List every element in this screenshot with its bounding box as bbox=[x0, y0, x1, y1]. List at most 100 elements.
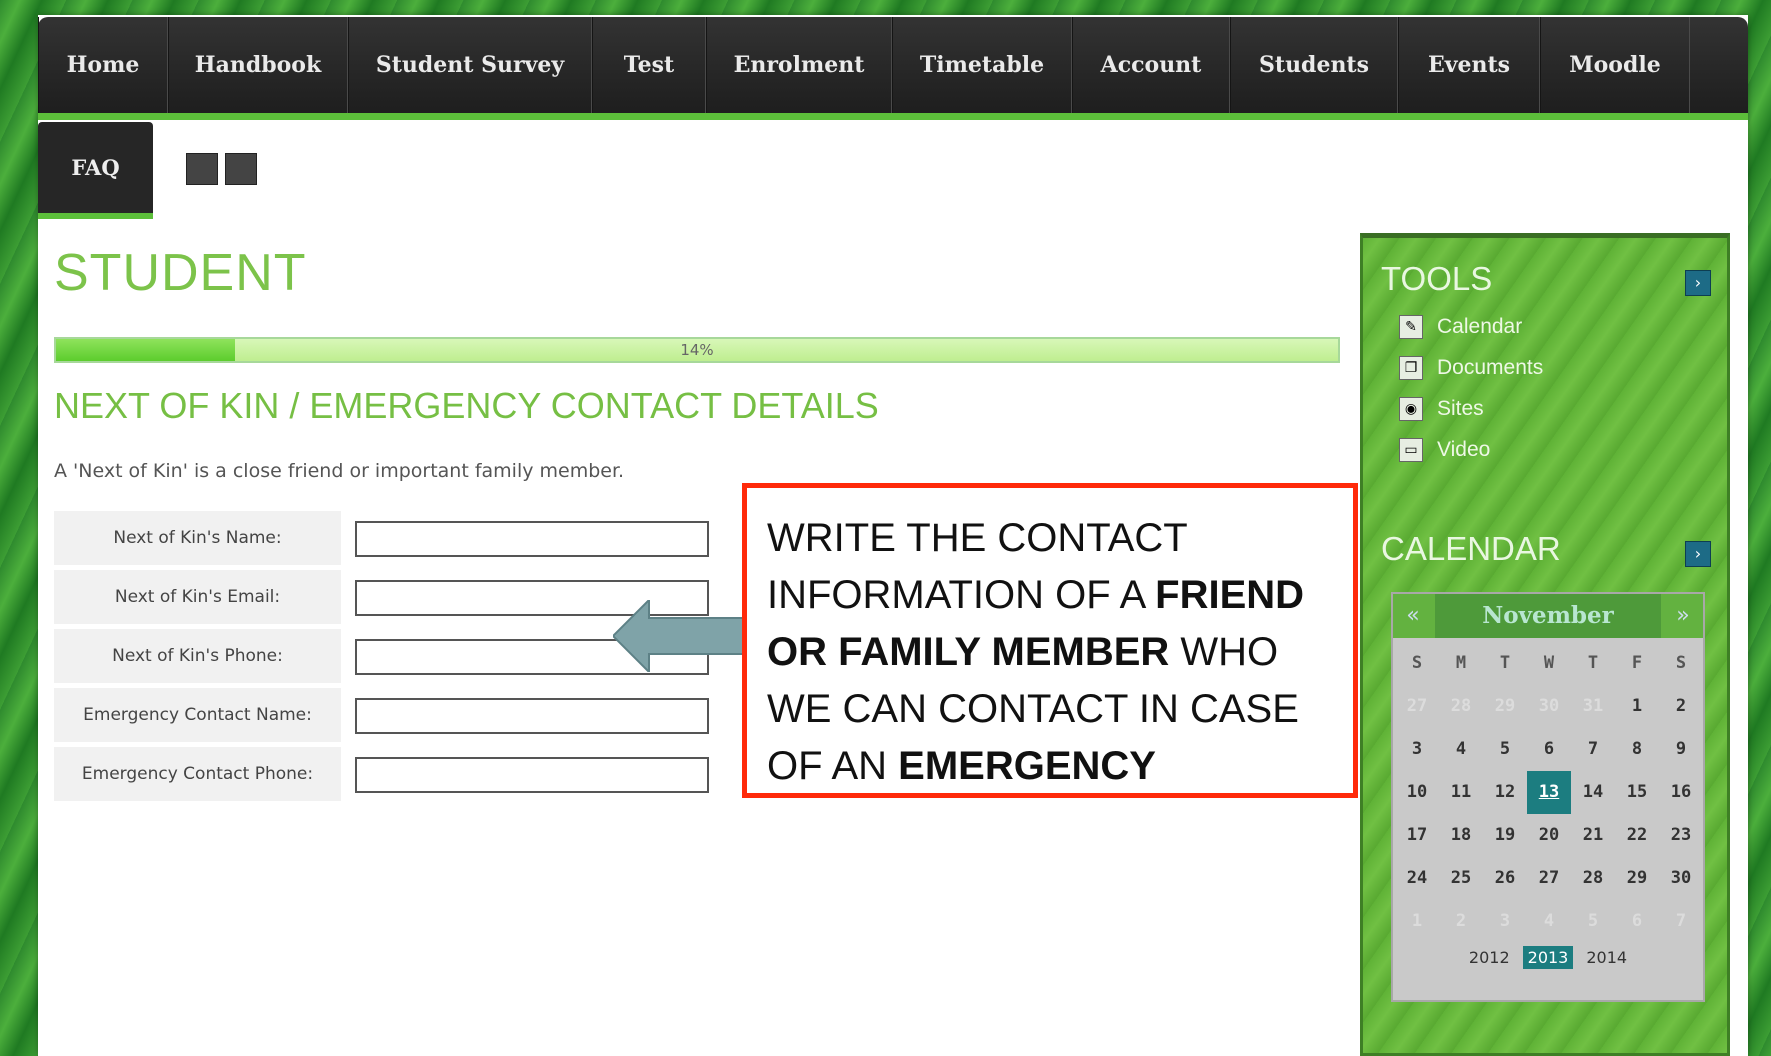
calendar-day[interactable]: 21 bbox=[1571, 814, 1615, 857]
tool-video-label: Video bbox=[1437, 438, 1491, 461]
nav-test[interactable]: Test bbox=[592, 17, 706, 113]
calendar-years: 2012 2013 2014 bbox=[1393, 946, 1703, 969]
tool-sites[interactable]: ◉ Sites bbox=[1399, 397, 1484, 421]
nav-events[interactable]: Events bbox=[1398, 17, 1540, 113]
calendar-day[interactable]: 23 bbox=[1659, 814, 1703, 857]
tools-expand-button[interactable]: › bbox=[1685, 270, 1711, 296]
calendar-expand-button[interactable]: › bbox=[1685, 541, 1711, 567]
tool-calendar-label: Calendar bbox=[1437, 315, 1523, 338]
callout-text-1: WRITE THE CONTACT INFORMATION OF A bbox=[767, 516, 1187, 617]
calendar-day[interactable]: 15 bbox=[1615, 771, 1659, 814]
calendar-day[interactable]: 7 bbox=[1571, 728, 1615, 771]
kin-name-input[interactable] bbox=[355, 521, 709, 557]
progress-bar: 14% bbox=[54, 337, 1340, 363]
tool-documents-label: Documents bbox=[1437, 356, 1544, 379]
calendar-day[interactable]: 6 bbox=[1527, 728, 1571, 771]
calendar-heading: CALENDAR bbox=[1381, 530, 1561, 567]
calendar-day[interactable]: 5 bbox=[1483, 728, 1527, 771]
calendar-weekday: T bbox=[1587, 653, 1599, 673]
calendar-day[interactable]: 29 bbox=[1615, 857, 1659, 900]
tool-calendar[interactable]: ✎ Calendar bbox=[1399, 315, 1522, 339]
calendar-icon: ✎ bbox=[1399, 315, 1423, 339]
tools-heading: TOOLS bbox=[1381, 260, 1493, 297]
form-row-kin-name: Next of Kin's Name: bbox=[54, 511, 714, 565]
calendar-day[interactable]: 4 bbox=[1439, 728, 1483, 771]
emergency-phone-label: Emergency Contact Phone: bbox=[54, 747, 341, 801]
emergency-phone-input[interactable] bbox=[355, 757, 709, 793]
calendar-day[interactable]: 29 bbox=[1483, 685, 1527, 728]
calendar-day[interactable]: 31 bbox=[1571, 685, 1615, 728]
nav-timetable[interactable]: Timetable bbox=[892, 17, 1072, 113]
calendar-widget: « November » S M T W T F S 27 28 29 30 31 1 2 3 4 5 6 7 8 9 1… bbox=[1391, 592, 1705, 1002]
sites-icon: ◉ bbox=[1399, 397, 1423, 421]
calendar-day[interactable]: 16 bbox=[1659, 771, 1703, 814]
nav-handbook[interactable]: Handbook bbox=[168, 17, 348, 113]
calendar-day[interactable]: 27 bbox=[1527, 857, 1571, 900]
calendar-day[interactable]: 28 bbox=[1439, 685, 1483, 728]
nav-home[interactable]: Home bbox=[38, 17, 168, 113]
nav-student-survey[interactable]: Student Survey bbox=[348, 17, 592, 113]
calendar-prev-button[interactable]: « bbox=[1393, 594, 1433, 638]
calendar-day[interactable]: 13 bbox=[1527, 771, 1571, 814]
form-row-emergency-phone: Emergency Contact Phone: bbox=[54, 747, 714, 801]
nav-enrolment[interactable]: Enrolment bbox=[706, 17, 892, 113]
calendar-weekday: S bbox=[1411, 653, 1423, 673]
calendar-day[interactable]: 12 bbox=[1483, 771, 1527, 814]
tool-sites-label: Sites bbox=[1437, 397, 1484, 420]
calendar-day[interactable]: 6 bbox=[1615, 900, 1659, 943]
calendar-day[interactable]: 30 bbox=[1659, 857, 1703, 900]
calendar-year[interactable]: 2014 bbox=[1581, 946, 1632, 969]
calendar-day[interactable]: 19 bbox=[1483, 814, 1527, 857]
instruction-callout: WRITE THE CONTACT INFORMATION OF A FRIEN… bbox=[742, 483, 1358, 798]
calendar-day[interactable]: 24 bbox=[1395, 857, 1439, 900]
calendar-weekday: S bbox=[1675, 653, 1687, 673]
calendar-day[interactable]: 1 bbox=[1615, 685, 1659, 728]
calendar-weekday: W bbox=[1543, 653, 1555, 673]
calendar-day[interactable]: 17 bbox=[1395, 814, 1439, 857]
home-icon[interactable] bbox=[225, 153, 257, 185]
calendar-day[interactable]: 8 bbox=[1615, 728, 1659, 771]
progress-label: 14% bbox=[680, 341, 714, 359]
tool-video[interactable]: ▭ Video bbox=[1399, 438, 1490, 462]
calendar-year[interactable]: 2013 bbox=[1522, 946, 1574, 969]
documents-icon: ❐ bbox=[1399, 356, 1423, 380]
calendar-weekday: F bbox=[1631, 653, 1643, 673]
nav-faq[interactable]: FAQ bbox=[38, 122, 153, 219]
calendar-day[interactable]: 4 bbox=[1527, 900, 1571, 943]
section-title: NEXT OF KIN / EMERGENCY CONTACT DETAILS bbox=[54, 385, 879, 426]
calendar-day[interactable]: 3 bbox=[1483, 900, 1527, 943]
calendar-day[interactable]: 3 bbox=[1395, 728, 1439, 771]
calendar-day[interactable]: 7 bbox=[1659, 900, 1703, 943]
calendar-next-button[interactable]: » bbox=[1663, 594, 1703, 638]
calendar-day[interactable]: 30 bbox=[1527, 685, 1571, 728]
emergency-name-input[interactable] bbox=[355, 698, 709, 734]
calendar-day[interactable]: 2 bbox=[1659, 685, 1703, 728]
video-icon: ▭ bbox=[1399, 438, 1423, 462]
callout-bold-2: EMERGENCY bbox=[898, 744, 1156, 788]
calendar-day[interactable]: 14 bbox=[1571, 771, 1615, 814]
nav-account[interactable]: Account bbox=[1072, 17, 1230, 113]
calendar-day[interactable]: 22 bbox=[1615, 814, 1659, 857]
calendar-day[interactable]: 11 bbox=[1439, 771, 1483, 814]
calendar-day[interactable]: 18 bbox=[1439, 814, 1483, 857]
calendar-day[interactable]: 26 bbox=[1483, 857, 1527, 900]
calendar-day[interactable]: 2 bbox=[1439, 900, 1483, 943]
kin-email-label: Next of Kin's Email: bbox=[54, 570, 341, 624]
nav-moodle[interactable]: Moodle bbox=[1540, 17, 1690, 113]
calendar-year[interactable]: 2012 bbox=[1464, 946, 1515, 969]
calendar-day[interactable]: 20 bbox=[1527, 814, 1571, 857]
calendar-day[interactable]: 25 bbox=[1439, 857, 1483, 900]
print-icon[interactable] bbox=[186, 153, 218, 185]
nav-students[interactable]: Students bbox=[1230, 17, 1398, 113]
main-nav: Home Handbook Student Survey Test Enrolm… bbox=[38, 17, 1748, 120]
calendar-day[interactable]: 27 bbox=[1395, 685, 1439, 728]
calendar-day[interactable]: 28 bbox=[1571, 857, 1615, 900]
calendar-day[interactable]: 5 bbox=[1571, 900, 1615, 943]
calendar-day[interactable]: 10 bbox=[1395, 771, 1439, 814]
calendar-day[interactable]: 9 bbox=[1659, 728, 1703, 771]
kin-name-label: Next of Kin's Name: bbox=[54, 511, 341, 565]
intro-text: A 'Next of Kin' is a close friend or imp… bbox=[54, 460, 625, 482]
calendar-day[interactable]: 1 bbox=[1395, 900, 1439, 943]
tool-documents[interactable]: ❐ Documents bbox=[1399, 356, 1543, 380]
sidebar: TOOLS › ✎ Calendar ❐ Documents ◉ Sites ▭… bbox=[1360, 233, 1730, 1056]
